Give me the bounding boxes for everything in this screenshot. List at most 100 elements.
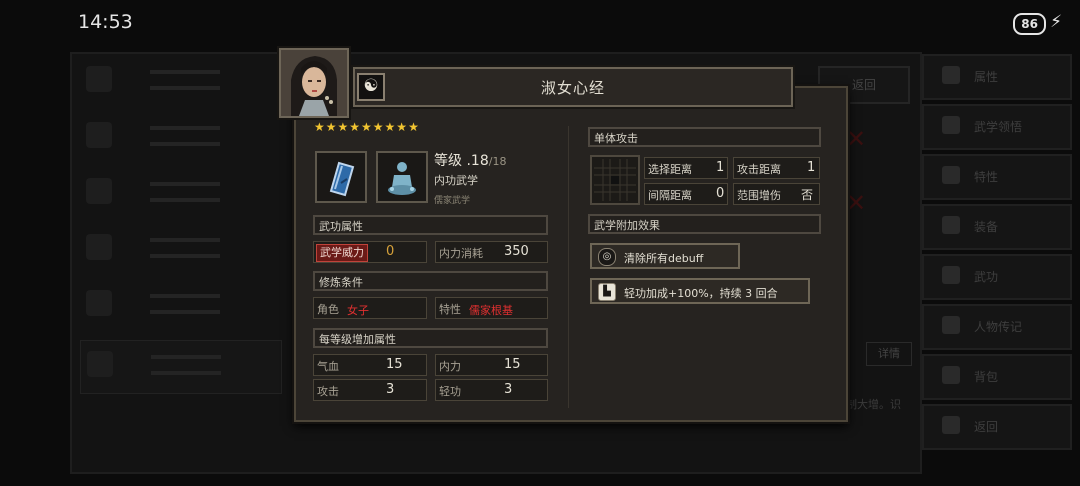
side-menu: 属性 武学领悟 特性 装备 武功 人物传记 背包 返回: [922, 54, 1072, 454]
hp-bar: [150, 70, 220, 74]
list-item[interactable]: [80, 112, 280, 164]
skill-level: 等级 .18/18: [434, 150, 506, 170]
details-button[interactable]: 详情: [866, 342, 912, 366]
list-item[interactable]: [80, 168, 280, 220]
sidebar-item-biography[interactable]: 人物传记: [922, 304, 1072, 350]
hp-bar: [150, 126, 220, 130]
skill-rating: ★★★★★★★★★: [314, 120, 420, 134]
level-value: 18: [470, 153, 489, 169]
stat-label: 攻击: [317, 385, 339, 398]
effect-clear-debuff: ◎ 清除所有debuff: [590, 243, 740, 269]
list-item[interactable]: [80, 280, 280, 332]
sidebar-item-attributes[interactable]: 属性: [922, 54, 1072, 100]
meditating-figure-icon: [388, 162, 416, 195]
section-extra-effects: 武学附加效果: [588, 214, 821, 234]
sidebar-item-label: 武学领悟: [974, 120, 1023, 134]
stat-label: 轻功: [439, 385, 461, 398]
sidebar-item-back[interactable]: 返回: [922, 404, 1072, 450]
scroll-icon: [942, 266, 960, 284]
avatar: [86, 290, 112, 316]
skill-type: 内功武学: [434, 174, 478, 187]
skill-school: 儒家武学: [434, 196, 471, 206]
role-value: 女子: [347, 304, 369, 317]
power-field: 武学威力 0: [313, 241, 427, 263]
stat-hp: 气血 15: [313, 354, 427, 376]
sidebar-item-comprehension[interactable]: 武学领悟: [922, 104, 1072, 150]
role-label: 角色: [317, 303, 339, 316]
skill-book-slot[interactable]: [315, 151, 367, 203]
attack-stat-value: 1: [807, 160, 816, 175]
effect-text: 清除所有debuff: [624, 252, 704, 265]
sidebar-item-skills[interactable]: 武功: [922, 254, 1072, 300]
stat-label: 气血: [317, 360, 339, 373]
attack-range-field: 攻击距离 1: [733, 157, 820, 179]
sword-icon: [942, 216, 960, 234]
gap-range-field: 间隔距离 0: [644, 183, 728, 205]
sidebar-item-label: 人物传记: [974, 320, 1023, 334]
sidebar-item-equipment[interactable]: 装备: [922, 204, 1072, 250]
sidebar-item-label: 装备: [974, 220, 999, 234]
person-icon: [942, 66, 960, 84]
power-value: 0: [386, 244, 395, 259]
target-icon: ◎: [598, 248, 616, 266]
stat-mp: 内力 15: [435, 354, 548, 376]
avatar: [86, 178, 112, 204]
hp-bar: [151, 355, 221, 359]
list-item[interactable]: [80, 224, 280, 276]
section-requirements: 修炼条件: [313, 271, 548, 291]
hp-bar: [150, 238, 220, 242]
hp-bar: [150, 182, 220, 186]
section-single-attack: 单体攻击: [588, 127, 821, 147]
character-portrait: [279, 48, 349, 118]
effect-text: 轻功加成+100%，持续 3 回合: [624, 287, 778, 300]
skill-type-slot: [376, 151, 428, 203]
trait-requirement: 特性 儒家根基: [435, 297, 548, 319]
book-icon: [329, 161, 355, 197]
attack-stat-value: 1: [716, 160, 725, 175]
background-text: 制大增。识: [846, 398, 901, 411]
stat-agility: 轻功 3: [435, 379, 548, 401]
mp-bar: [150, 86, 220, 90]
skill-title: 淑女心经: [540, 79, 605, 97]
red-mark: ✕: [846, 125, 867, 153]
list-item[interactable]: [80, 56, 280, 108]
select-range-field: 选择距离 1: [644, 157, 728, 179]
attack-stat-value: 否: [801, 188, 814, 202]
charging-icon: ⚡: [1050, 12, 1062, 32]
stat-attack: 攻击 3: [313, 379, 427, 401]
power-label: 武学威力: [316, 244, 368, 262]
yinyang-icon: ☯: [357, 73, 385, 101]
avatar: [87, 351, 113, 377]
sidebar-item-traits[interactable]: 特性: [922, 154, 1072, 200]
mp-bar: [150, 142, 220, 146]
mp-bar: [150, 310, 220, 314]
role-requirement: 角色 女子: [313, 297, 427, 319]
section-per-level: 每等级增加属性: [313, 328, 548, 348]
section-martial-attributes: 武功属性: [313, 215, 548, 235]
avatar: [86, 122, 112, 148]
stat-value: 3: [504, 382, 513, 397]
list-item[interactable]: [80, 340, 282, 394]
area-damage-field: 范围增伤 否: [733, 183, 820, 205]
cost-value: 350: [504, 244, 529, 259]
sidebar-item-label: 返回: [974, 420, 999, 434]
sidebar-item-label: 背包: [974, 370, 999, 384]
bag-icon: [942, 366, 960, 384]
status-time: 14:53: [78, 11, 133, 33]
trait-value: 儒家根基: [469, 304, 513, 317]
attack-stat-label: 范围增伤: [737, 189, 781, 202]
range-grid-icon: [590, 155, 640, 205]
mp-bar: [150, 198, 220, 202]
stat-value: 15: [386, 357, 403, 372]
red-mark: ✕: [846, 189, 867, 217]
column-divider: [568, 126, 569, 408]
attack-stat-label: 选择距离: [648, 163, 692, 176]
cost-label: 内力消耗: [439, 247, 483, 260]
sidebar-item-label: 武功: [974, 270, 999, 284]
meditate-icon: [942, 116, 960, 134]
stat-value: 3: [386, 382, 395, 397]
level-label: 等级 .: [434, 153, 471, 169]
battery-indicator: 86: [1013, 13, 1046, 35]
sidebar-item-bag[interactable]: 背包: [922, 354, 1072, 400]
trait-label: 特性: [439, 303, 461, 316]
